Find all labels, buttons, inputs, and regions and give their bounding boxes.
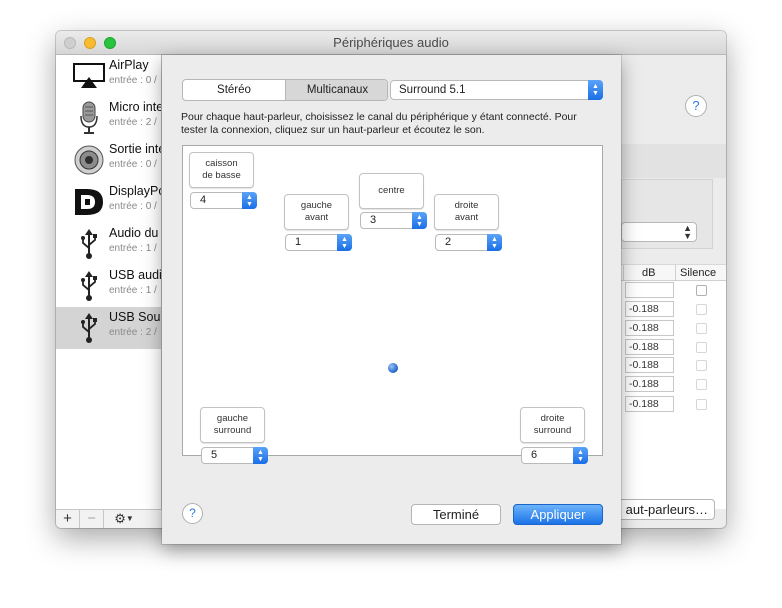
db-field[interactable]: -0.188 [625, 301, 674, 317]
device-name: Sortie inte [109, 142, 162, 156]
tab-stereo[interactable]: Stéréo [183, 80, 286, 100]
subwoofer-channel-select[interactable]: 4 ▲ ▼ [190, 192, 257, 209]
device-item-usb-audio[interactable]: USB audi entrée : 1 / [56, 265, 162, 307]
chevron-updown-icon: ▲ ▼ [573, 447, 588, 464]
db-field[interactable] [625, 282, 674, 298]
chevron-updown-icon: ▲ ▼ [683, 223, 692, 241]
channel-value: 5 [211, 449, 218, 461]
device-name: Audio du [109, 226, 159, 240]
device-name: USB audi [109, 268, 162, 282]
displayport-icon [72, 185, 106, 219]
chevron-updown-icon: ▲ ▼ [588, 80, 603, 100]
device-name: AirPlay [109, 58, 149, 72]
device-channels: entrée : 1 / [109, 243, 157, 254]
column-divider [623, 265, 624, 280]
sidebar-toolbar: + − ⚙▼ [56, 509, 162, 528]
channel-value: 6 [531, 449, 538, 461]
chevron-updown-icon: ▲ ▼ [242, 192, 257, 209]
column-header-db: dB [642, 267, 656, 279]
chevron-updown-icon: ▲ ▼ [253, 447, 268, 464]
usb-icon [72, 311, 106, 345]
speaker-layout: caisson de basse 4 ▲ ▼ gauche avant 1 ▲ ▼ ce… [182, 145, 603, 464]
titlebar: Périphériques audio [56, 31, 726, 55]
speaker-surround-left-button[interactable]: gauche surround [200, 407, 265, 443]
surround-format-value: Surround 5.1 [399, 84, 466, 96]
remove-device-button[interactable]: − [80, 510, 104, 528]
device-name: Micro inte [109, 100, 162, 114]
airplay-icon [72, 59, 106, 93]
format-popup[interactable]: ▲ ▼ [621, 222, 697, 242]
device-item-displayport[interactable]: DisplayPo entrée : 0 / [56, 181, 162, 223]
device-list: AirPlay entrée : 0 / Micro inte entrée :… [56, 55, 162, 509]
device-channels: entrée : 0 / [109, 159, 157, 170]
device-channels: entrée : 2 / [109, 117, 157, 128]
chevron-updown-icon: ▲ ▼ [487, 234, 502, 251]
instructions-text: Pour chaque haut-parleur, choisissez le … [181, 111, 577, 136]
speaker-subwoofer-button[interactable]: caisson de basse [189, 152, 254, 188]
channel-value: 4 [200, 194, 207, 206]
device-name: DisplayPo [109, 184, 162, 198]
front-right-channel-select[interactable]: 2 ▲ ▼ [435, 234, 502, 251]
help-button[interactable]: ? [685, 95, 707, 117]
db-field[interactable]: -0.188 [625, 357, 674, 373]
device-item-usb-sound[interactable]: USB Sou entrée : 2 / [56, 307, 161, 349]
mute-checkbox[interactable] [696, 360, 707, 371]
tab-multichannel[interactable]: Multicanaux [286, 80, 387, 100]
mute-checkbox[interactable] [696, 304, 707, 315]
speaker-surround-right-button[interactable]: droite surround [520, 407, 585, 443]
channel-value: 1 [295, 236, 302, 248]
chevron-updown-icon: ▲ ▼ [337, 234, 352, 251]
channel-value: 2 [445, 236, 452, 248]
channel-value: 3 [370, 214, 377, 226]
microphone-icon [72, 101, 106, 135]
db-field[interactable]: -0.188 [625, 339, 674, 355]
db-field[interactable]: -0.188 [625, 320, 674, 336]
listener-position-icon [388, 363, 398, 373]
surround-right-channel-select[interactable]: 6 ▲ ▼ [521, 447, 588, 464]
mute-checkbox[interactable] [696, 285, 707, 296]
device-channels: entrée : 0 / [109, 201, 157, 212]
section-header [621, 144, 726, 178]
speaker-icon [72, 143, 106, 177]
chevron-down-icon: ▼ [125, 514, 134, 523]
column-header-silence: Silence [680, 267, 717, 279]
speaker-center-button[interactable]: centre [359, 173, 424, 209]
speaker-front-right-button[interactable]: droite avant [434, 194, 499, 230]
mute-checkbox[interactable] [696, 342, 707, 353]
chevron-updown-icon: ▲ ▼ [412, 212, 427, 229]
device-item-internal-output[interactable]: Sortie inte entrée : 0 / [56, 139, 162, 181]
speaker-front-left-button[interactable]: gauche avant [284, 194, 349, 230]
speaker-config-sheet: Stéréo Multicanaux Surround 5.1 ▲ ▼ Pour … [162, 55, 621, 544]
device-channels: entrée : 2 / [109, 327, 157, 338]
device-channels: entrée : 1 / [109, 285, 157, 296]
center-channel-select[interactable]: 3 ▲ ▼ [360, 212, 427, 229]
front-left-channel-select[interactable]: 1 ▲ ▼ [285, 234, 352, 251]
usb-icon [72, 227, 106, 261]
mute-checkbox[interactable] [696, 323, 707, 334]
mute-checkbox[interactable] [696, 379, 707, 390]
add-device-button[interactable]: + [56, 510, 80, 528]
device-name: USB Sou [109, 310, 161, 324]
gear-menu-button[interactable]: ⚙▼ [104, 510, 144, 528]
mode-segmented-control: Stéréo Multicanaux [182, 79, 388, 101]
device-channels: entrée : 0 / [109, 75, 157, 86]
column-divider [675, 265, 676, 280]
help-button[interactable]: ? [182, 503, 203, 524]
surround-format-select[interactable]: Surround 5.1 ▲ ▼ [390, 80, 603, 100]
db-field[interactable]: -0.188 [625, 396, 674, 412]
surround-left-channel-select[interactable]: 5 ▲ ▼ [201, 447, 268, 464]
usb-icon [72, 269, 106, 303]
device-item-airplay[interactable]: AirPlay entrée : 0 / [56, 55, 161, 97]
device-item-audio-usb[interactable]: Audio du entrée : 1 / [56, 223, 161, 265]
device-item-micro[interactable]: Micro inte entrée : 2 / [56, 97, 162, 139]
mute-checkbox[interactable] [696, 399, 707, 410]
done-button[interactable]: Terminé [411, 504, 501, 525]
window-title: Périphériques audio [333, 35, 449, 50]
db-field[interactable]: -0.188 [625, 376, 674, 392]
apply-button[interactable]: Appliquer [513, 504, 603, 525]
gear-icon: ⚙ [114, 511, 126, 526]
